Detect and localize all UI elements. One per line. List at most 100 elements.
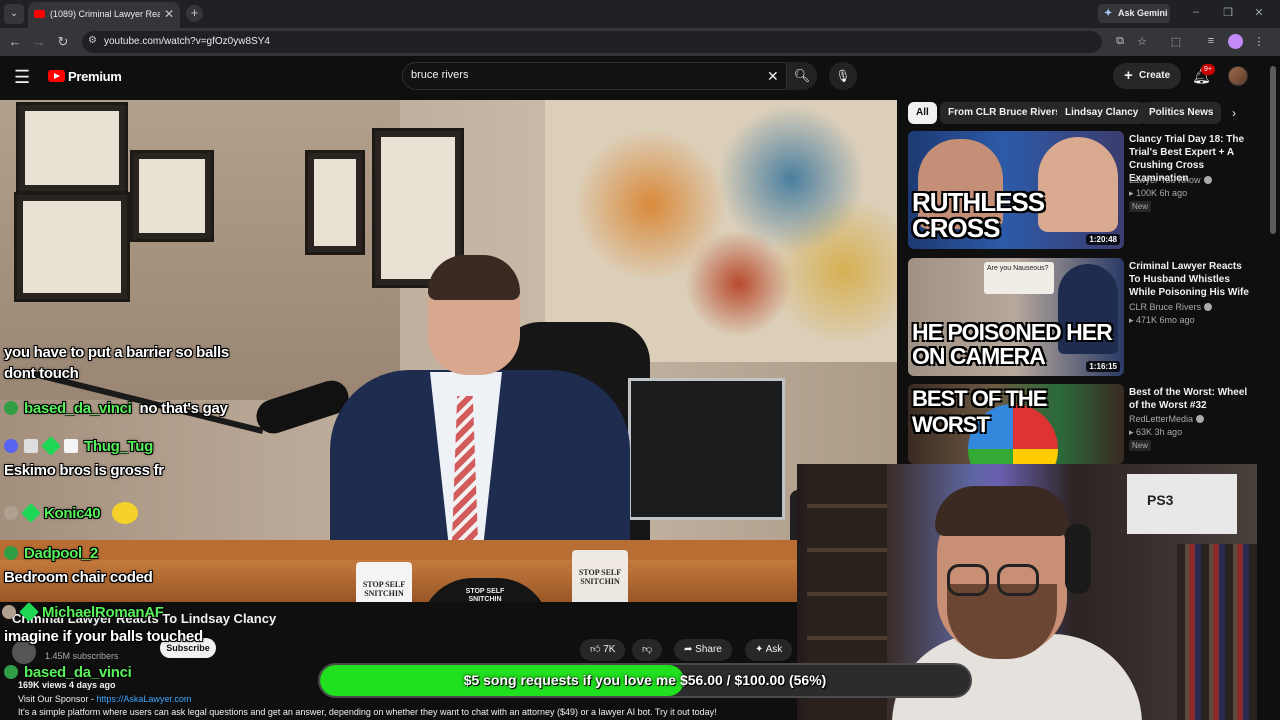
microphone-icon: 🎙︎ xyxy=(835,69,851,83)
new-badge: New xyxy=(1129,440,1152,451)
donation-goal-text: $5 song requests if you love me $56.00 /… xyxy=(463,672,827,688)
chat-badge-icon xyxy=(2,605,16,619)
like-button[interactable]: 👍︎ 7K xyxy=(580,639,626,661)
create-button[interactable]: + Create xyxy=(1113,63,1181,89)
sparkle-icon: ✦ xyxy=(755,644,766,655)
gemini-icon: ✦ xyxy=(1104,8,1113,19)
browser-toolbar: ← → ↻ ⚙ youtube.com/watch?v=gfOz0yw8SY4 … xyxy=(0,28,1280,56)
youtube-logo-icon[interactable] xyxy=(48,70,65,82)
new-tab-button[interactable]: + xyxy=(186,5,203,22)
verified-icon xyxy=(1203,176,1212,184)
hamburger-menu-icon[interactable]: ☰ xyxy=(14,67,30,88)
minimize-icon[interactable]: – xyxy=(1188,6,1204,18)
description-sponsor: Visit Our Sponsor - https://AskaLawyer.c… xyxy=(18,694,192,704)
stop-self-snitchin-mug: STOP SELF SNITCHIN xyxy=(356,562,412,602)
forward-icon[interactable]: → xyxy=(31,34,47,49)
youtube-premium-brand[interactable]: Premium xyxy=(68,69,122,84)
user-avatar[interactable] xyxy=(1228,66,1248,86)
glasses-lens xyxy=(997,564,1039,596)
video-duration: 1:16:15 xyxy=(1086,361,1120,372)
share-button[interactable]: ➦ Share xyxy=(674,639,732,661)
chat-badge-icon xyxy=(19,602,39,622)
chat-badge-icon xyxy=(4,546,18,560)
chat-badge-icon xyxy=(4,439,18,453)
chat-badge-icon xyxy=(21,503,41,523)
description-text: It's a simple platform where users can a… xyxy=(18,707,717,717)
clear-search-icon[interactable]: ✕ xyxy=(767,68,779,85)
chat-message: based_da_vinci no that's gay xyxy=(4,400,228,417)
plus-icon: + xyxy=(1124,67,1133,84)
video-thumbnail[interactable]: RUTHLESS CROSS 1:20:48 xyxy=(908,131,1124,249)
cast-icon[interactable]: ⧉ xyxy=(1113,35,1127,48)
recommended-video-title[interactable]: Best of the Worst: Wheel of the Worst #3… xyxy=(1129,386,1253,412)
profile-avatar[interactable] xyxy=(1228,34,1243,49)
chat-message: Thug_Tug xyxy=(4,436,153,456)
site-info-icon[interactable]: ⚙ xyxy=(88,35,97,46)
search-box[interactable]: ✕ xyxy=(402,62,787,90)
browser-tab[interactable]: (1089) Criminal Lawyer Reacts T ✕ xyxy=(28,2,180,28)
ask-gemini-label: Ask Gemini xyxy=(1118,8,1168,18)
chat-badge-icon xyxy=(41,436,61,456)
computer-monitor xyxy=(628,378,785,520)
search-button[interactable]: 🔍︎ xyxy=(787,62,817,90)
lawyer-hair xyxy=(428,255,520,300)
emote-icon xyxy=(112,502,139,524)
tab-close-icon[interactable]: ✕ xyxy=(164,7,174,21)
dislike-button[interactable]: 👎︎ xyxy=(632,639,663,661)
notification-count-badge: 9+ xyxy=(1201,64,1215,75)
back-icon[interactable]: ← xyxy=(7,34,23,49)
search-input[interactable] xyxy=(411,69,751,81)
kebab-menu-icon[interactable]: ⋮ xyxy=(1252,35,1266,48)
address-bar[interactable]: ⚙ youtube.com/watch?v=gfOz0yw8SY4 xyxy=(82,31,1102,53)
youtube-favicon-icon xyxy=(34,10,45,18)
play-icon: ▸ xyxy=(1129,188,1137,198)
certificate-frame xyxy=(130,150,214,242)
chat-badge-icon xyxy=(4,506,18,520)
chip-lindsay-clancy[interactable]: Lindsay Clancy xyxy=(1057,102,1147,124)
browser-tab-bar: ⌄ (1089) Criminal Lawyer Reacts T ✕ + ✦ … xyxy=(0,0,1280,28)
recommended-video-channel[interactable]: RedLetterMedia xyxy=(1129,414,1205,424)
chip-politics-news[interactable]: Politics News xyxy=(1141,102,1222,124)
recommended-video-title[interactable]: Criminal Lawyer Reacts To Husband Whistl… xyxy=(1129,260,1253,299)
scrollbar-thumb[interactable] xyxy=(1270,66,1276,234)
video-thumbnail[interactable]: BEST OF THE WORST xyxy=(908,384,1124,464)
chat-badge-icon xyxy=(24,439,38,453)
ask-gemini-button[interactable]: ✦ Ask Gemini xyxy=(1098,4,1170,23)
voice-search-button[interactable]: 🎙︎ xyxy=(829,62,857,90)
recommended-video-channel[interactable]: Lawyer You Know xyxy=(1129,175,1212,185)
streamer-hair xyxy=(935,486,1069,536)
sponsor-link[interactable]: https://AskaLawyer.com xyxy=(96,694,191,704)
bookmark-star-icon[interactable]: ☆ xyxy=(1135,35,1149,48)
ask-button[interactable]: ✦ Ask xyxy=(745,639,793,661)
video-thumbnail[interactable]: Are you Nauseous? HE POISONED HER ON CAM… xyxy=(908,258,1124,376)
thumbnail-text: BEST OF THE WORST xyxy=(912,386,1047,437)
reading-list-icon[interactable]: ≡ xyxy=(1204,35,1218,47)
recommended-video[interactable]: RUTHLESS CROSS 1:20:48 Clancy Trial Day … xyxy=(908,131,1253,251)
chip-from-clr-bruce-rivers[interactable]: From CLR Bruce Rivers xyxy=(940,102,1069,124)
youtube-masthead: ☰ Premium ✕ 🔍︎ 🎙︎ + Create 🔔︎ 9+ xyxy=(0,56,1268,100)
recommended-video[interactable]: BEST OF THE WORST Best of the Worst: Whe… xyxy=(908,384,1253,464)
stop-self-snitchin-mug: STOP SELF SNITCHIN xyxy=(572,550,628,602)
thumbs-up-icon: 👍︎ xyxy=(590,644,604,655)
subscriber-count: 1.45M subscribers xyxy=(45,651,119,661)
new-badge: New xyxy=(1129,201,1152,212)
extensions-icon[interactable]: ⬚ xyxy=(1169,35,1183,48)
tab-search-icon[interactable]: ⌄ xyxy=(4,4,24,24)
diploma-frame xyxy=(14,192,130,302)
bookshelf xyxy=(1177,544,1257,720)
search-icon: 🔍︎ xyxy=(793,68,811,83)
chevron-right-icon[interactable]: › xyxy=(1232,106,1236,120)
chat-message: imagine if your balls touched xyxy=(4,628,203,645)
url-text[interactable]: youtube.com/watch?v=gfOz0yw8SY4 xyxy=(104,36,270,47)
chat-message: you have to put a barrier so balls xyxy=(4,344,229,361)
recommended-video[interactable]: Are you Nauseous? HE POISONED HER ON CAM… xyxy=(908,258,1253,378)
recommended-video-stats: ▸ 63K 3h ago xyxy=(1129,427,1183,437)
thumbs-down-icon: 👎︎ xyxy=(642,644,653,655)
chip-all[interactable]: All xyxy=(908,102,937,124)
restore-icon[interactable]: ❐ xyxy=(1220,6,1236,19)
thumbnail-caption: Are you Nauseous? xyxy=(984,262,1054,294)
reload-icon[interactable]: ↻ xyxy=(55,34,71,50)
chat-badge-icon xyxy=(4,665,18,679)
close-window-icon[interactable]: ✕ xyxy=(1251,6,1267,19)
recommended-video-channel[interactable]: CLR Bruce Rivers xyxy=(1129,302,1213,312)
